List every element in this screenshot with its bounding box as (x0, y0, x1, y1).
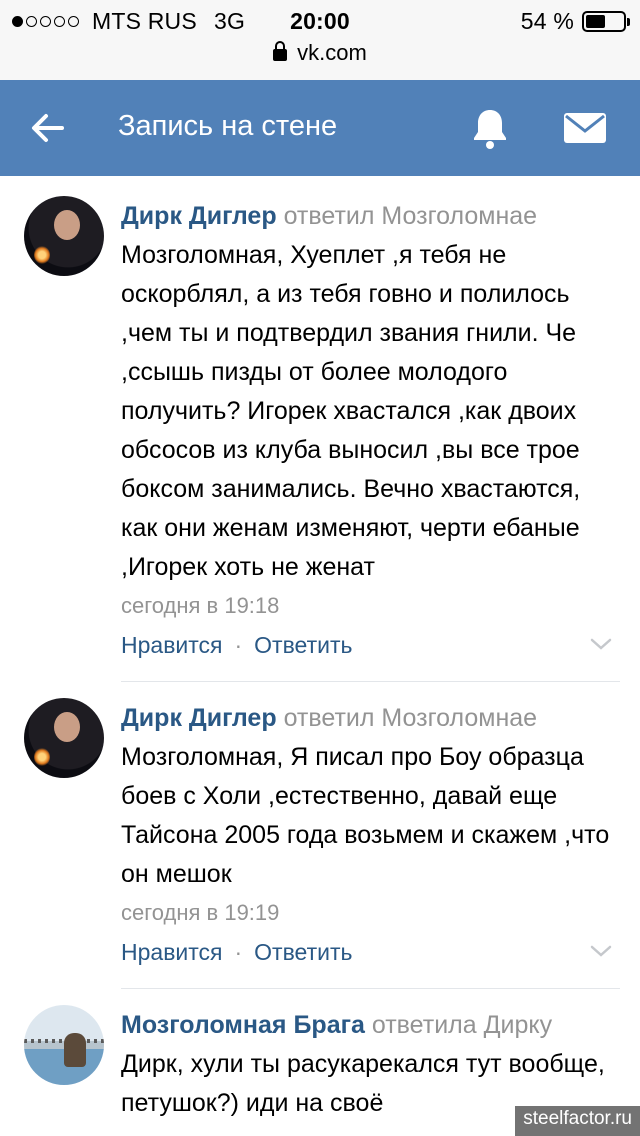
action-separator: · (234, 632, 243, 658)
notifications-button[interactable] (466, 104, 514, 152)
address-bar[interactable]: vk.com (0, 40, 640, 66)
comments-list: Дирк Диглер ответил Мозголомнае Мозголом… (0, 176, 640, 1123)
comment-actions: Нравится · Ответить (121, 625, 620, 665)
action-separator: · (234, 939, 243, 965)
app-header: Запись на стене (0, 80, 640, 176)
comment-actions: Нравится · Ответить (121, 932, 620, 972)
comment-reply-to[interactable]: ответил Мозголомнае (284, 704, 538, 732)
comment-reply-to[interactable]: ответил Мозголомнае (284, 202, 538, 230)
comment-reply-to[interactable]: ответила Дирку (372, 1011, 552, 1039)
comment-author[interactable]: Дирк Диглер (121, 704, 277, 732)
reply-button[interactable]: Ответить (254, 939, 352, 965)
lock-icon (273, 41, 288, 61)
like-button[interactable]: Нравится (121, 939, 223, 965)
divider (121, 988, 620, 989)
comment-header: Дирк Диглер ответил Мозголомнае (121, 196, 620, 236)
comment-date[interactable]: сегодня в 19:19 (121, 894, 620, 932)
page-title: Запись на стене (118, 110, 338, 142)
battery-percent: 54 % (520, 8, 574, 34)
avatar[interactable] (24, 698, 104, 778)
comment-header: Мозголомная Брага ответила Дирку (121, 1005, 620, 1045)
comment-date[interactable]: сегодня в 19:18 (121, 587, 620, 625)
url-host: vk.com (297, 40, 367, 65)
envelope-icon (564, 113, 606, 143)
comment-text: Мозголомная, Хуеплет ,я тебя не оскорбля… (121, 241, 581, 581)
avatar[interactable] (24, 1005, 104, 1085)
messages-button[interactable] (560, 104, 610, 152)
watermark: steelfactor.ru (515, 1106, 640, 1136)
divider (121, 681, 620, 682)
reply-button[interactable]: Ответить (254, 632, 352, 658)
avatar[interactable] (24, 196, 104, 276)
bell-icon (474, 110, 506, 149)
comment-author[interactable]: Мозголомная Брага (121, 1011, 365, 1039)
chevron-down-icon[interactable] (588, 938, 614, 964)
comment-item: Дирк Диглер ответил Мозголомнае Мозголом… (0, 176, 640, 665)
chevron-down-icon[interactable] (588, 631, 614, 657)
comment-item: Дирк Диглер ответил Мозголомнае Мозголом… (0, 698, 640, 972)
battery-icon (582, 11, 630, 32)
comment-text: Мозголомная, Я писал про Боу образца бое… (121, 743, 610, 888)
like-button[interactable]: Нравится (121, 632, 223, 658)
back-button[interactable] (24, 104, 72, 152)
comment-header: Дирк Диглер ответил Мозголомнае (121, 698, 620, 738)
comment-author[interactable]: Дирк Диглер (121, 202, 277, 230)
arrow-left-icon (32, 114, 64, 142)
status-bar: MTS RUS 3G 20:00 54 % vk.com (0, 0, 640, 80)
